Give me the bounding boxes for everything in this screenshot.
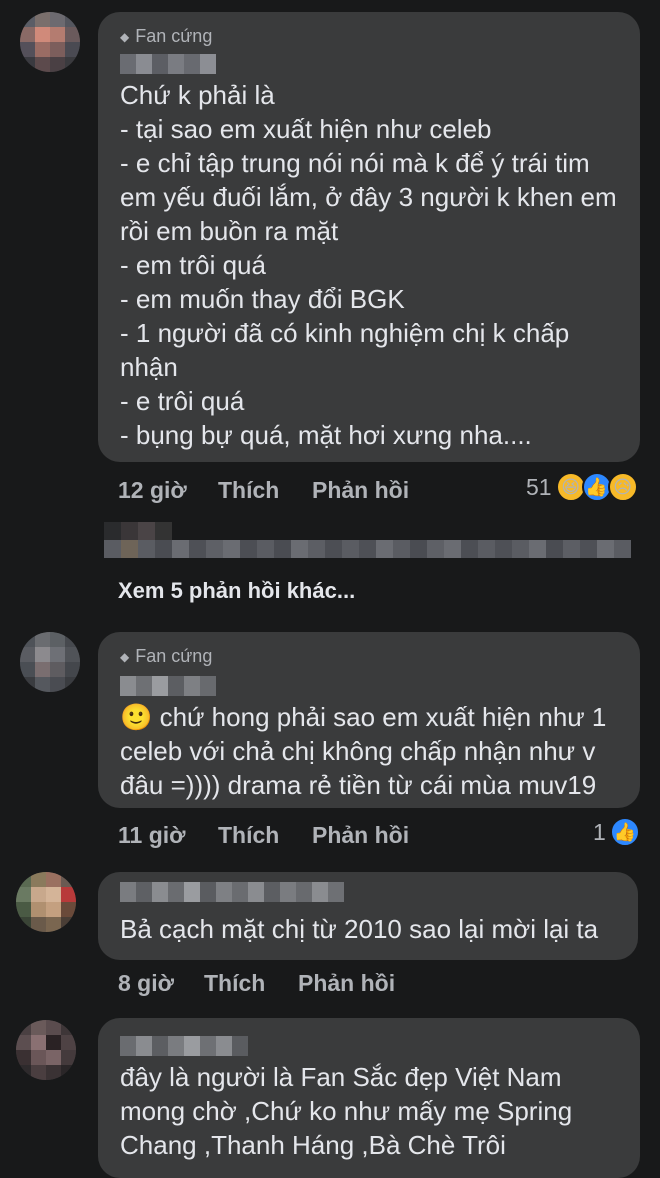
avatar[interactable] xyxy=(20,12,80,72)
commenter-name[interactable] xyxy=(120,676,216,696)
reply-button[interactable]: Phản hồi xyxy=(312,822,409,849)
comment-bubble: ◆ Fan cứng Chứ k phải là - tại sao em xu… xyxy=(98,12,640,462)
sad-icon: 😥 xyxy=(607,472,638,502)
commenter-name[interactable] xyxy=(120,1036,248,1056)
like-icon: 👍 xyxy=(609,817,640,847)
reaction-summary[interactable]: 51 😆 👍 😥 xyxy=(526,472,638,502)
reaction-summary[interactable]: 1 👍 xyxy=(593,817,640,847)
comment-bubble: Bả cạch mặt chị từ 2010 sao lại mời lại … xyxy=(98,872,638,960)
like-button[interactable]: Thích xyxy=(218,477,279,504)
comment-time[interactable]: 11 giờ xyxy=(118,822,186,849)
comment-text: 🙂 chứ hong phải sao em xuất hiện như 1 c… xyxy=(120,702,607,800)
fan-badge: ◆ Fan cứng xyxy=(120,646,213,666)
comment-time[interactable]: 12 giờ xyxy=(118,477,187,504)
reply-button[interactable]: Phản hồi xyxy=(298,970,395,997)
avatar[interactable] xyxy=(16,1020,76,1080)
comment-time[interactable]: 8 giờ xyxy=(118,970,174,997)
like-button[interactable]: Thích xyxy=(204,970,265,997)
comment-text: Chứ k phải là - tại sao em xuất hiện như… xyxy=(120,80,617,450)
comment-text: đây là người là Fan Sắc đẹp Việt Nam mon… xyxy=(120,1062,573,1160)
diamond-icon: ◆ xyxy=(120,649,130,664)
commenter-name[interactable] xyxy=(120,882,344,902)
reply-preview-blur xyxy=(104,540,631,558)
avatar[interactable] xyxy=(16,872,76,932)
comment-bubble: ◆ Fan cứng 🙂 chứ hong phải sao em xuất h… xyxy=(98,632,640,808)
view-more-replies[interactable]: Xem 5 phản hồi khác... xyxy=(118,578,355,604)
comment-bubble: đây là người là Fan Sắc đẹp Việt Nam mon… xyxy=(98,1018,640,1178)
reply-button[interactable]: Phản hồi xyxy=(312,477,409,504)
fan-badge: ◆ Fan cứng xyxy=(120,26,213,46)
avatar[interactable] xyxy=(20,632,80,692)
diamond-icon: ◆ xyxy=(120,29,130,44)
like-button[interactable]: Thích xyxy=(218,822,279,849)
reply-preview[interactable] xyxy=(104,522,172,540)
commenter-name[interactable] xyxy=(120,54,216,74)
comment-text: Bả cạch mặt chị từ 2010 sao lại mời lại … xyxy=(120,914,599,944)
